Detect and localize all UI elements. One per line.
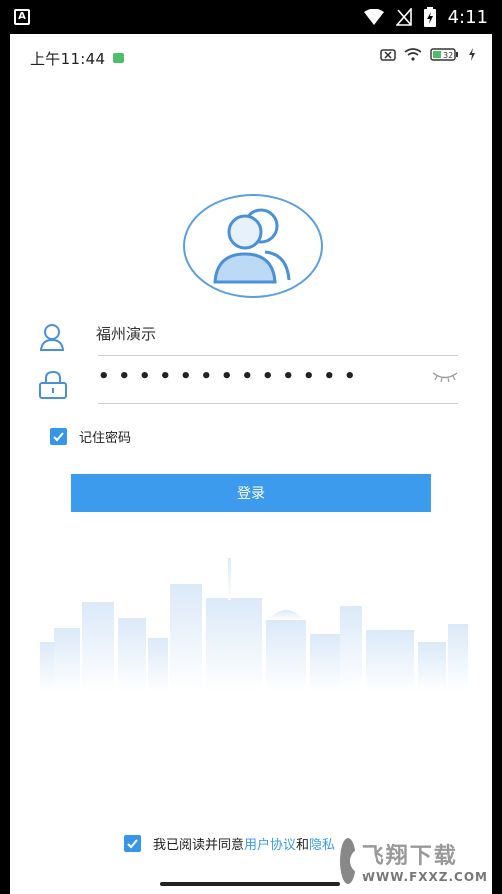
username-underline: [98, 355, 458, 356]
remember-checkbox[interactable]: [50, 427, 67, 445]
user-agreement-link[interactable]: 用户协议: [244, 834, 296, 853]
wifi-icon: [404, 48, 422, 61]
city-skyline-illustration: [40, 558, 468, 692]
battery-charging-icon: [423, 7, 436, 27]
check-icon: [127, 839, 138, 849]
app-screen: 上午11:44 32 ••••••••••: [10, 34, 492, 894]
password-underline: [98, 403, 458, 404]
login-button[interactable]: 登录: [71, 474, 431, 512]
home-indicator[interactable]: [160, 882, 340, 886]
battery-icon: 32: [430, 48, 458, 61]
agreement-row: 我已阅读并同意 用户协议 和 隐私: [124, 834, 335, 853]
remember-label: 记住密码: [79, 430, 132, 446]
check-icon: [53, 431, 64, 441]
no-signal-icon: [395, 8, 412, 26]
lock-icon: [39, 370, 67, 399]
notification-badge-icon: [113, 53, 124, 63]
watermark-text-en: WWW.FXXZ.COM: [361, 870, 488, 884]
watermark-logo-icon: [340, 838, 376, 884]
agreement-text: 我已阅读并同意: [153, 838, 245, 853]
user-icon: [39, 324, 65, 351]
wifi-icon: [363, 9, 384, 25]
site-watermark: 飞翔下载 WWW.FXXZ.COM: [338, 830, 488, 892]
privacy-policy-link[interactable]: 隐私: [309, 834, 335, 853]
agreement-checkbox[interactable]: [124, 835, 141, 852]
agreement-conjunction: 和: [296, 838, 310, 853]
system-status-icons: 4:11: [363, 6, 488, 28]
app-status-time: 上午11:44: [30, 50, 106, 68]
charging-icon: [469, 48, 475, 61]
sim-off-icon: [380, 48, 396, 61]
battery-level-text: 32: [443, 51, 453, 60]
app-status-bar: 上午11:44 32: [10, 34, 492, 78]
system-time: 4:11: [447, 6, 488, 28]
app-status-icons: 32: [380, 48, 476, 61]
password-input[interactable]: •••••••••••••: [98, 366, 365, 387]
password-row: •••••••••••••: [38, 364, 458, 404]
app-notification-icon: A: [14, 9, 30, 25]
system-status-bar: A 4:11: [0, 0, 502, 34]
remember-password-option[interactable]: 记住密码: [50, 426, 131, 446]
user-avatar-logo: [183, 194, 323, 298]
users-icon: [213, 208, 291, 284]
username-row: [38, 316, 458, 356]
watermark-text-cn: 飞翔下载: [361, 844, 458, 869]
eye-closed-icon[interactable]: [432, 370, 458, 384]
username-input[interactable]: [96, 324, 416, 342]
